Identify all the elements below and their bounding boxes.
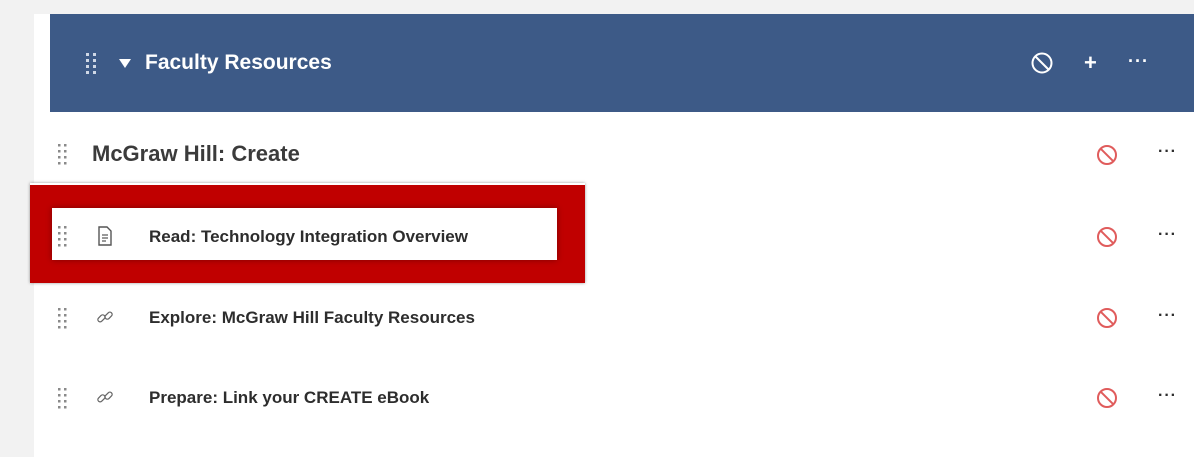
drag-handle-icon[interactable] <box>58 307 68 329</box>
unpublished-icon[interactable] <box>1096 144 1118 166</box>
item-label[interactable]: McGraw Hill: Create <box>92 141 300 167</box>
document-icon <box>98 226 112 246</box>
top-strip <box>34 0 1194 14</box>
drag-handle-icon[interactable] <box>58 387 68 409</box>
page: Faculty Resources + ··· McGraw Hill: Cre… <box>0 0 1194 457</box>
unpublished-icon[interactable] <box>1096 226 1118 248</box>
item-more-button[interactable]: ··· <box>1158 307 1177 325</box>
left-gutter <box>0 0 34 457</box>
item-label[interactable]: Explore: McGraw Hill Faculty Resources <box>149 308 475 328</box>
drag-handle-icon[interactable] <box>58 143 68 165</box>
list-item-page[interactable]: Read: Technology Integration Overview ··… <box>50 206 1194 266</box>
module-more-button[interactable]: ··· <box>1128 48 1149 74</box>
link-icon <box>97 391 113 403</box>
item-more-button[interactable]: ··· <box>1158 387 1177 405</box>
list-item-link[interactable]: Explore: McGraw Hill Faculty Resources ·… <box>50 288 1194 348</box>
add-item-button[interactable]: + <box>1084 49 1097 77</box>
drag-handle-icon[interactable] <box>85 52 99 74</box>
highlight-frame-edge <box>30 183 585 185</box>
module-header[interactable]: Faculty Resources + ··· <box>50 14 1194 112</box>
list-item-subheader[interactable]: McGraw Hill: Create ··· <box>50 124 1194 184</box>
list-item-link[interactable]: Prepare: Link your CREATE eBook ··· <box>50 370 1194 430</box>
item-label[interactable]: Prepare: Link your CREATE eBook <box>149 388 429 408</box>
link-icon <box>97 311 113 323</box>
unpublished-icon[interactable] <box>1096 387 1118 409</box>
caret-down-icon[interactable] <box>119 59 131 68</box>
module-title: Faculty Resources <box>145 51 332 74</box>
unpublished-icon[interactable] <box>1096 307 1118 329</box>
unpublished-circle-icon[interactable] <box>1030 51 1054 75</box>
item-label[interactable]: Read: Technology Integration Overview <box>149 227 468 247</box>
drag-handle-icon[interactable] <box>58 225 68 247</box>
item-more-button[interactable]: ··· <box>1158 143 1177 161</box>
item-more-button[interactable]: ··· <box>1158 226 1177 244</box>
